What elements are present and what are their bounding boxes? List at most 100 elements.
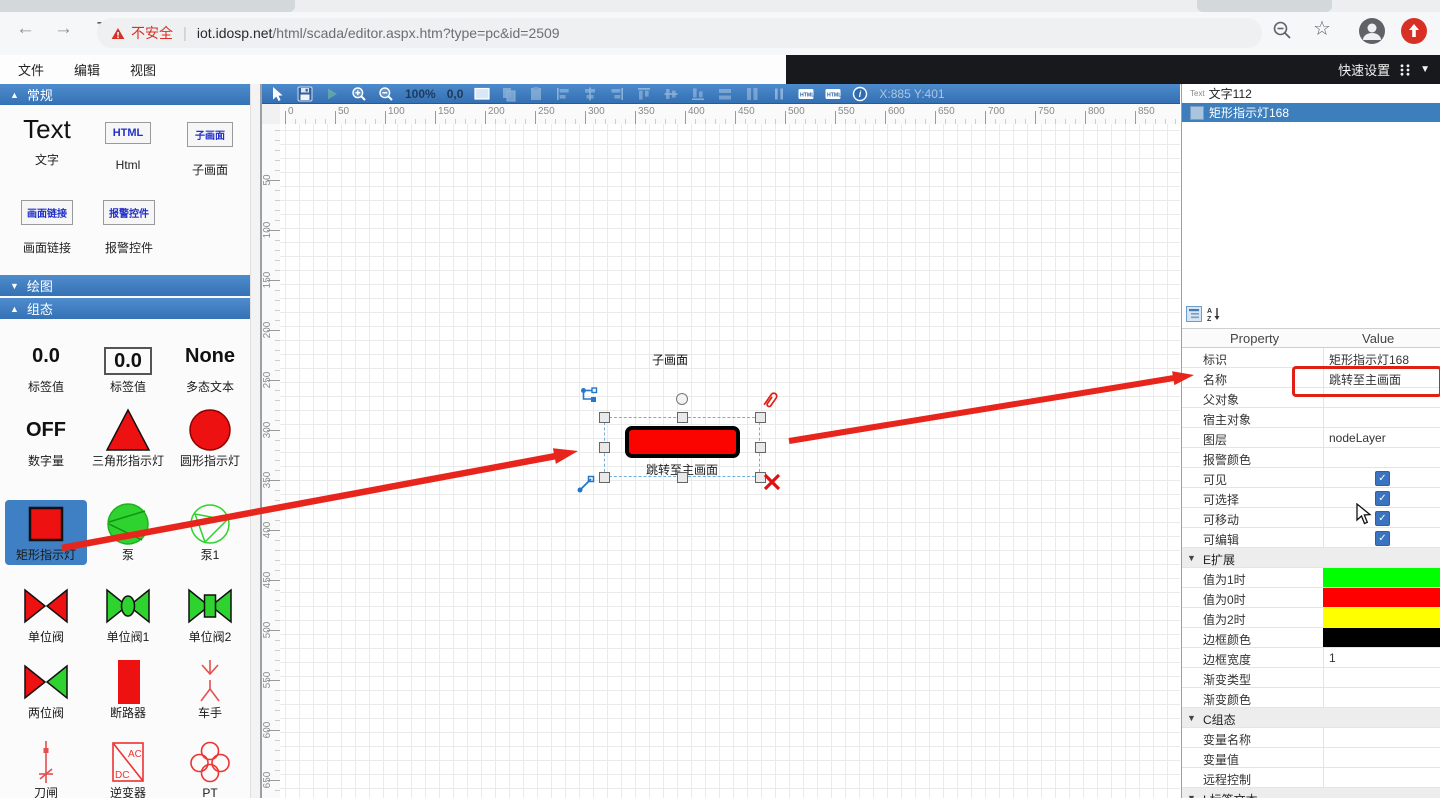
profile-avatar[interactable] xyxy=(1358,17,1386,45)
property-row-远程控制[interactable]: 远程控制 xyxy=(1182,768,1440,788)
resize-handle-e[interactable] xyxy=(755,442,766,453)
property-row-图层[interactable]: 图层nodeLayer xyxy=(1182,428,1440,448)
menu-item-2[interactable]: 编辑 xyxy=(74,60,100,79)
palette-item-泵[interactable]: 泵 xyxy=(87,500,169,565)
palette-item-泵1[interactable]: 泵1 xyxy=(169,500,251,565)
rotate-handle[interactable] xyxy=(676,393,688,405)
tree-item-矩形指示灯168[interactable]: 矩形指示灯168 xyxy=(1182,103,1440,122)
palette-item-Html[interactable]: HTMLHtml xyxy=(98,114,158,172)
property-row-宿主对象[interactable]: 宿主对象 xyxy=(1182,408,1440,428)
browser-update-icon[interactable] xyxy=(1400,17,1428,45)
resize-handle-ne[interactable] xyxy=(755,412,766,423)
palette-item-矩形指示灯[interactable]: 矩形指示灯 xyxy=(5,500,87,565)
quick-settings-dropdown-icon[interactable]: ▼ xyxy=(1420,64,1430,75)
property-category-E扩展[interactable]: ▼E扩展 xyxy=(1182,548,1440,568)
property-row-报警颜色[interactable]: 报警颜色 xyxy=(1182,448,1440,468)
palette-item-报警控件[interactable]: 报警控件报警控件 xyxy=(95,192,163,256)
property-category-C组态[interactable]: ▼C组态 xyxy=(1182,708,1440,728)
palette-item-断路器[interactable]: 断路器 xyxy=(87,658,169,723)
rect-indicator-element[interactable] xyxy=(625,426,740,458)
info-icon[interactable]: i xyxy=(852,86,868,102)
cursor-icon[interactable] xyxy=(270,86,286,102)
back-icon[interactable]: ← xyxy=(16,18,35,40)
zoom-out-icon[interactable] xyxy=(378,86,394,102)
browser-tab[interactable] xyxy=(0,0,295,12)
property-row-值为0时[interactable]: 值为0时 xyxy=(1182,588,1440,608)
color-swatch[interactable] xyxy=(1323,608,1440,627)
section-header-3[interactable]: ▲组态 xyxy=(0,298,260,319)
palette-item-子画面[interactable]: 子画面子画面 xyxy=(180,114,240,178)
property-row-渐变类型[interactable]: 渐变类型 xyxy=(1182,668,1440,688)
property-row-边框颜色[interactable]: 边框颜色 xyxy=(1182,628,1440,648)
html-icon[interactable]: HTML xyxy=(798,86,814,102)
palette-item-画面链接[interactable]: 画面链接画面链接 xyxy=(12,192,82,256)
zoom-out-page-icon[interactable] xyxy=(1272,20,1292,40)
property-value[interactable]: 1 xyxy=(1329,651,1336,665)
menu-item-3[interactable]: 视图 xyxy=(130,60,156,79)
html-icon[interactable]: HTML xyxy=(825,86,841,102)
forward-icon[interactable]: → xyxy=(54,18,73,40)
color-swatch[interactable] xyxy=(1323,588,1440,607)
property-row-可选择[interactable]: 可选择✓ xyxy=(1182,488,1440,508)
resize-handle-sw[interactable] xyxy=(599,472,610,483)
palette-item-逆变器[interactable]: ACDC逆变器 xyxy=(87,738,169,798)
palette-item-标签值[interactable]: 0.0标签值 xyxy=(5,332,87,397)
security-warning-label[interactable]: 不安全 xyxy=(131,23,173,43)
property-row-名称[interactable]: 名称跳转至主画面 xyxy=(1182,368,1440,388)
section-header-2[interactable]: ▼绘图 xyxy=(0,275,260,296)
property-category-L标签文本[interactable]: ▼L标签文本 xyxy=(1182,788,1440,798)
category-collapse-icon[interactable]: ▼ xyxy=(1187,793,1196,798)
tree-item-文字112[interactable]: Text文字112 xyxy=(1182,84,1440,103)
property-row-标识[interactable]: 标识矩形指示灯168 xyxy=(1182,348,1440,368)
property-row-可编辑[interactable]: 可编辑✓ xyxy=(1182,528,1440,548)
resize-handle-nw[interactable] xyxy=(599,412,610,423)
property-checkbox[interactable]: ✓ xyxy=(1375,491,1390,506)
property-row-变量名称[interactable]: 变量名称 xyxy=(1182,728,1440,748)
color-swatch[interactable] xyxy=(1323,628,1440,647)
section-header-1[interactable]: ▲常规 xyxy=(0,84,260,105)
palette-item-三角形指示灯[interactable]: 三角形指示灯 xyxy=(87,406,169,471)
save-icon[interactable] xyxy=(297,86,313,102)
property-checkbox[interactable]: ✓ xyxy=(1375,471,1390,486)
property-row-可见[interactable]: 可见✓ xyxy=(1182,468,1440,488)
palette-item-刀闸[interactable]: 刀闸 xyxy=(5,738,87,798)
category-collapse-icon[interactable]: ▼ xyxy=(1187,713,1196,723)
quick-settings-button[interactable]: 快速设置 xyxy=(1338,60,1390,79)
palette-item-圆形指示灯[interactable]: 圆形指示灯 xyxy=(169,406,251,471)
browser-tab-secondary[interactable] xyxy=(1197,0,1332,12)
screen-icon[interactable] xyxy=(474,86,490,102)
design-canvas[interactable]: 子画面 跳转至主画面 xyxy=(280,124,1180,798)
canvas-subscreen-text[interactable]: 子画面 xyxy=(652,351,688,368)
palette-item-车手[interactable]: 车手 xyxy=(169,658,251,723)
property-checkbox[interactable]: ✓ xyxy=(1375,531,1390,546)
palette-item-单位阀1[interactable]: 单位阀1 xyxy=(87,582,169,647)
property-row-父对象[interactable]: 父对象 xyxy=(1182,388,1440,408)
palette-item-文字[interactable]: Text文字 xyxy=(12,114,82,168)
palette-item-PT[interactable]: PT xyxy=(169,738,251,798)
categorized-view-icon[interactable] xyxy=(1186,306,1202,322)
bookmark-star-icon[interactable]: ☆ xyxy=(1313,16,1331,41)
palette-item-单位阀[interactable]: 单位阀 xyxy=(5,582,87,647)
attachment-paperclip-icon[interactable] xyxy=(762,390,780,412)
color-swatch[interactable] xyxy=(1323,568,1440,587)
palette-item-单位阀2[interactable]: 单位阀2 xyxy=(169,582,251,647)
property-checkbox[interactable]: ✓ xyxy=(1375,511,1390,526)
menu-item-1[interactable]: 文件 xyxy=(18,60,44,79)
palette-item-数字量[interactable]: OFF数字量 xyxy=(5,406,87,471)
property-row-可移动[interactable]: 可移动✓ xyxy=(1182,508,1440,528)
resize-handle-w[interactable] xyxy=(599,442,610,453)
property-value[interactable]: nodeLayer xyxy=(1329,431,1386,445)
palette-item-两位阀[interactable]: 两位阀 xyxy=(5,658,87,723)
resize-handle-s[interactable] xyxy=(677,472,688,483)
address-bar[interactable]: 不安全 | iot.idosp.net/html/scada/editor.as… xyxy=(97,18,1262,48)
property-row-值为1时[interactable]: 值为1时 xyxy=(1182,568,1440,588)
sort-az-icon[interactable]: AZ xyxy=(1206,306,1222,322)
delete-x-icon[interactable] xyxy=(763,473,781,491)
palette-item-标签值[interactable]: 0.0标签值 xyxy=(87,332,169,397)
panel-collapse-icon[interactable] xyxy=(1398,63,1412,77)
property-row-值为2时[interactable]: 值为2时 xyxy=(1182,608,1440,628)
connector-tree-icon[interactable] xyxy=(580,387,598,405)
zoom-in-icon[interactable] xyxy=(351,86,367,102)
resize-handle-n[interactable] xyxy=(677,412,688,423)
property-value[interactable]: 跳转至主画面 xyxy=(1329,371,1401,388)
